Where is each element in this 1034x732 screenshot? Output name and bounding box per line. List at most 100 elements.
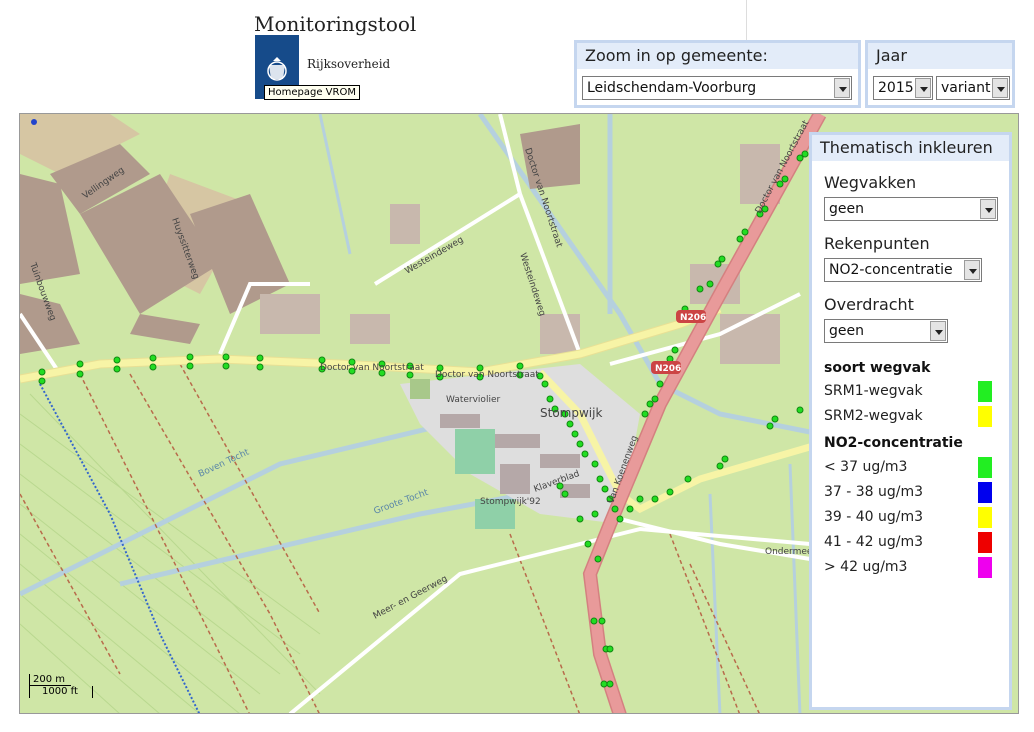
monitoring-point[interactable] bbox=[606, 680, 614, 688]
monitoring-point[interactable] bbox=[636, 495, 644, 503]
monitoring-point[interactable] bbox=[611, 505, 619, 513]
map-origin-marker bbox=[31, 119, 37, 125]
monitoring-point[interactable] bbox=[684, 475, 692, 483]
monitoring-point[interactable] bbox=[38, 368, 46, 376]
legend-no2-title: NO2-concentratie bbox=[824, 435, 963, 451]
variant-select[interactable]: variant bbox=[936, 76, 1010, 100]
monitoring-point[interactable] bbox=[113, 356, 121, 364]
thematic-panel-title: Thematisch inkleuren bbox=[812, 135, 1009, 161]
logo-tooltip: Homepage VROM bbox=[264, 85, 360, 100]
monitoring-point[interactable] bbox=[546, 395, 554, 403]
monitoring-point[interactable] bbox=[516, 362, 524, 370]
monitoring-point[interactable] bbox=[576, 515, 584, 523]
monitoring-point[interactable] bbox=[561, 490, 569, 498]
monitoring-point[interactable] bbox=[256, 363, 264, 371]
monitoring-point[interactable] bbox=[716, 462, 724, 470]
monitoring-point[interactable] bbox=[718, 255, 726, 263]
monitoring-point[interactable] bbox=[671, 346, 679, 354]
monitoring-point[interactable] bbox=[222, 353, 230, 361]
legend-item: 37 - 38 ug/m3 bbox=[824, 481, 992, 503]
wegvakken-select[interactable]: geen bbox=[824, 197, 998, 221]
legend-swatch bbox=[978, 507, 992, 528]
monitoring-point[interactable] bbox=[646, 400, 654, 408]
page: Monitoringstool Rijksoverheid Homepage V… bbox=[0, 0, 1034, 732]
monitoring-point[interactable] bbox=[256, 354, 264, 362]
monitoring-point[interactable] bbox=[149, 354, 157, 362]
monitoring-point[interactable] bbox=[571, 430, 579, 438]
legend-swatch bbox=[978, 482, 992, 503]
rekenpunten-label: Rekenpunten bbox=[824, 234, 930, 253]
label-stompwijk92: Stompwijk'92 bbox=[480, 497, 541, 507]
monitoring-point[interactable] bbox=[590, 617, 598, 625]
monitoring-point[interactable] bbox=[222, 362, 230, 370]
monitoring-point[interactable] bbox=[666, 488, 674, 496]
chevron-down-icon[interactable] bbox=[930, 321, 946, 341]
monitoring-point[interactable] bbox=[584, 540, 592, 548]
monitoring-point[interactable] bbox=[616, 515, 624, 523]
legend-item-label: SRM1-wegvak bbox=[824, 383, 923, 399]
chevron-down-icon[interactable] bbox=[915, 78, 931, 98]
monitoring-point[interactable] bbox=[591, 460, 599, 468]
monitoring-point[interactable] bbox=[541, 380, 549, 388]
scale-imperial: 1000 ft bbox=[29, 686, 93, 698]
legend-swatch bbox=[978, 532, 992, 553]
legend-item: > 42 ug/m3 bbox=[824, 556, 992, 578]
monitoring-point[interactable] bbox=[651, 395, 659, 403]
zoom-panel-title: Zoom in op gemeente: bbox=[577, 43, 858, 69]
monitoring-point[interactable] bbox=[113, 365, 121, 373]
monitoring-point[interactable] bbox=[766, 422, 774, 430]
chevron-down-icon[interactable] bbox=[964, 260, 980, 280]
monitoring-point[interactable] bbox=[581, 450, 589, 458]
monitoring-point[interactable] bbox=[741, 228, 749, 236]
monitoring-point[interactable] bbox=[771, 415, 779, 423]
n206-shield-2: N206 bbox=[655, 364, 681, 374]
monitoring-point[interactable] bbox=[594, 555, 602, 563]
monitoring-point[interactable] bbox=[606, 645, 614, 653]
wegvakken-label: Wegvakken bbox=[824, 173, 917, 192]
monitoring-point[interactable] bbox=[601, 485, 609, 493]
monitoring-point[interactable] bbox=[706, 280, 714, 288]
monitoring-point[interactable] bbox=[38, 377, 46, 385]
legend-item-label: 41 - 42 ug/m3 bbox=[824, 534, 924, 550]
rekenpunten-select-value: NO2-concentratie bbox=[829, 262, 953, 278]
monitoring-point[interactable] bbox=[598, 617, 606, 625]
monitoring-point[interactable] bbox=[626, 505, 634, 513]
label-doctor-2: Doctor van Noortstraat bbox=[320, 363, 424, 373]
monitoring-point[interactable] bbox=[596, 475, 604, 483]
monitoring-point[interactable] bbox=[76, 360, 84, 368]
label-boven-tocht: Boven Tocht bbox=[197, 447, 251, 479]
header-divider bbox=[746, 0, 747, 45]
monitoring-point[interactable] bbox=[591, 510, 599, 518]
monitoring-point[interactable] bbox=[801, 150, 809, 158]
monitoring-point[interactable] bbox=[696, 285, 704, 293]
monitoring-point[interactable] bbox=[566, 420, 574, 428]
rekenpunten-select[interactable]: NO2-concentratie bbox=[824, 258, 982, 282]
legend-item-label: SRM2-wegvak bbox=[824, 408, 923, 424]
legend-item: SRM2-wegvak bbox=[824, 405, 992, 427]
chevron-down-icon[interactable] bbox=[992, 78, 1008, 98]
gemeente-select[interactable]: Leidschendam-Voorburg bbox=[582, 76, 852, 100]
monitoring-point[interactable] bbox=[641, 410, 649, 418]
monitoring-point[interactable] bbox=[576, 440, 584, 448]
thematic-panel: Thematisch inkleuren Wegvakken geen Reke… bbox=[809, 132, 1012, 710]
monitoring-point[interactable] bbox=[600, 680, 608, 688]
legend-item: 41 - 42 ug/m3 bbox=[824, 531, 992, 553]
monitoring-point[interactable] bbox=[186, 362, 194, 370]
monitoring-point[interactable] bbox=[796, 406, 804, 414]
monitoring-point[interactable] bbox=[76, 370, 84, 378]
monitoring-point[interactable] bbox=[149, 363, 157, 371]
scale-metric: 200 m bbox=[29, 674, 71, 686]
legend-soort-title: soort wegvak bbox=[824, 360, 931, 376]
legend-item-label: 39 - 40 ug/m3 bbox=[824, 509, 924, 525]
monitoring-point[interactable] bbox=[651, 495, 659, 503]
chevron-down-icon[interactable] bbox=[980, 199, 996, 219]
monitoring-point[interactable] bbox=[736, 235, 744, 243]
monitoring-point[interactable] bbox=[186, 353, 194, 361]
legend-item-label: < 37 ug/m3 bbox=[824, 459, 908, 475]
monitoring-point[interactable] bbox=[656, 380, 664, 388]
monitoring-point[interactable] bbox=[721, 455, 729, 463]
chevron-down-icon[interactable] bbox=[834, 78, 850, 98]
overdracht-select[interactable]: geen bbox=[824, 319, 948, 343]
year-select[interactable]: 2015 bbox=[873, 76, 933, 100]
year-select-value: 2015 bbox=[878, 80, 914, 96]
